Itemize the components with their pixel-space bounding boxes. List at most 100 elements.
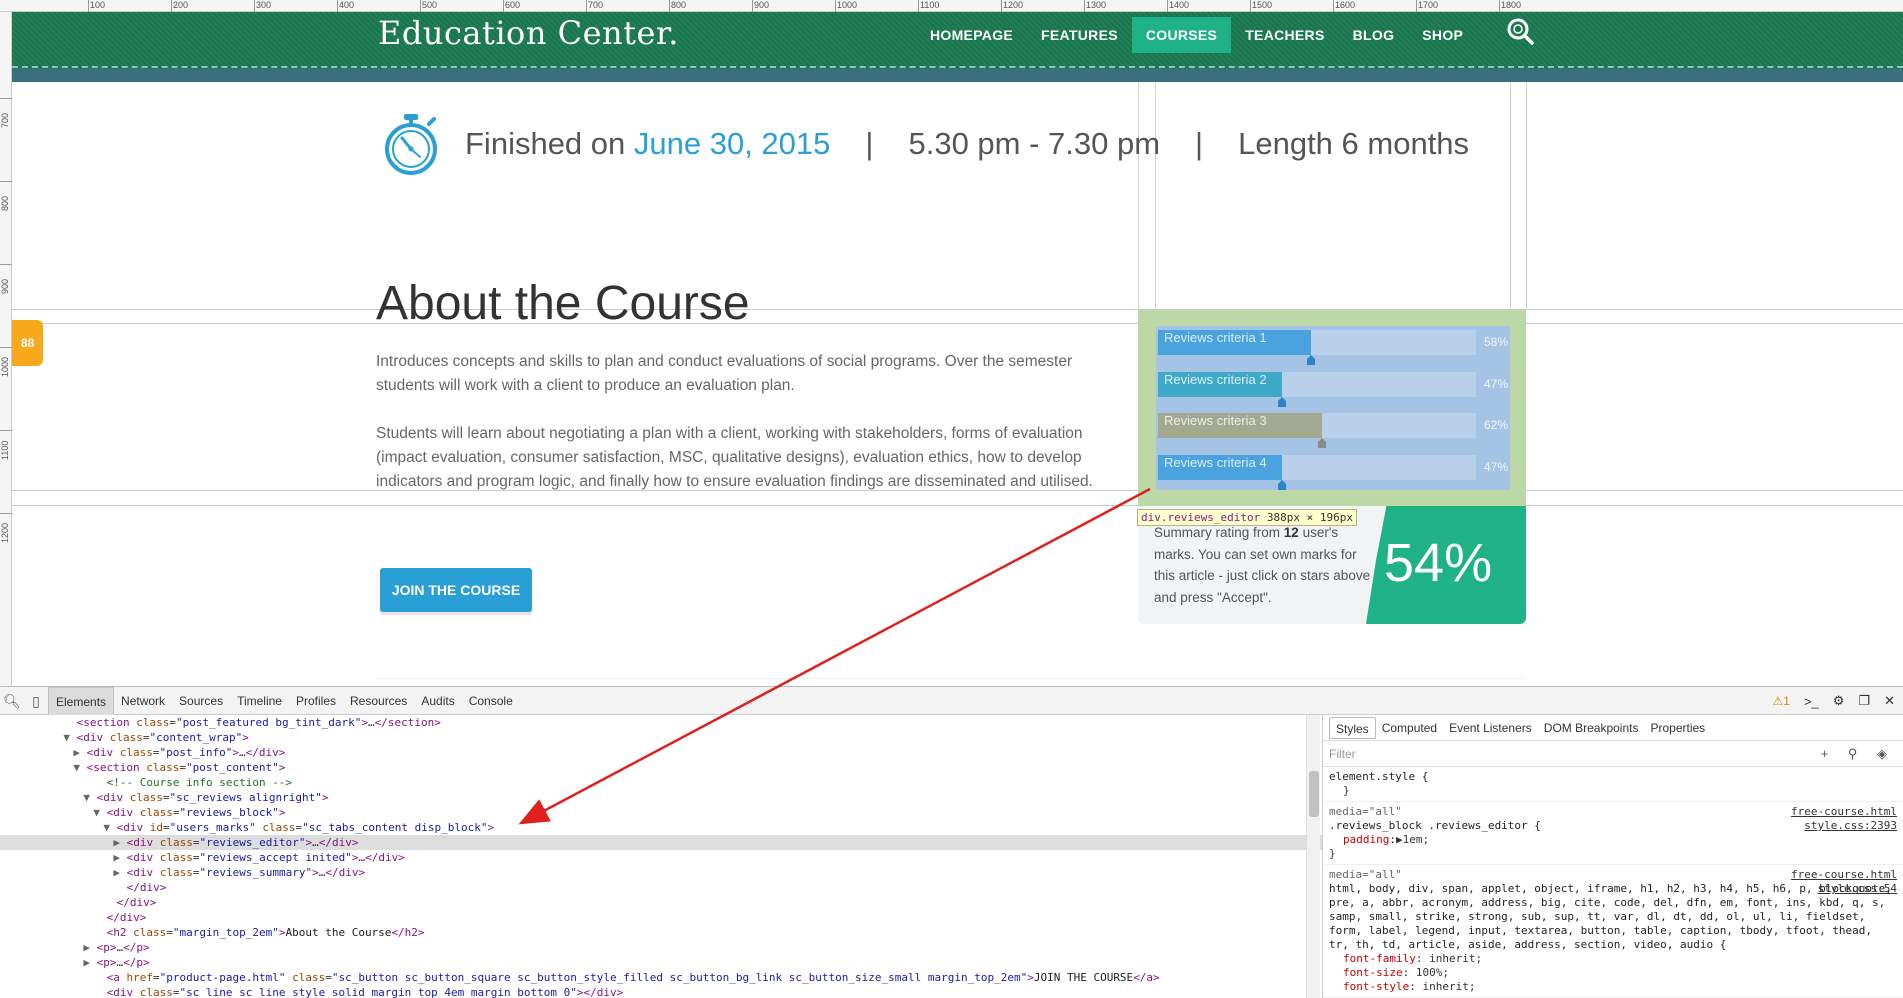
dom-node[interactable]: <h2 class="margin_top_2em">About the Cou… — [0, 925, 1322, 940]
guide-line — [12, 505, 1903, 506]
devtools-tab-elements[interactable]: Elements — [48, 687, 115, 715]
side-tab[interactable]: 88 — [12, 320, 43, 366]
dom-node[interactable]: </div> — [0, 895, 1322, 910]
ruler-tick — [835, 0, 836, 12]
dom-node[interactable]: ▼ <div class="sc_reviews alignright"> — [0, 790, 1322, 805]
inspect-icon[interactable]: 🔍︎ — [0, 687, 24, 715]
dom-node[interactable]: <div class="sc_line sc_line_style_solid … — [0, 985, 1322, 998]
criterion-percent: 47% — [1484, 459, 1509, 474]
slider-handle-icon[interactable] — [1278, 396, 1287, 407]
dom-node[interactable]: ▼ <div class="content_wrap"> — [0, 730, 1322, 745]
nav-item-courses[interactable]: COURSES — [1131, 17, 1232, 53]
dom-node[interactable]: </div> — [0, 880, 1322, 895]
styles-tab-event-listeners[interactable]: Event Listeners — [1443, 717, 1538, 739]
styles-tab-dom-breakpoints[interactable]: DOM Breakpoints — [1538, 717, 1645, 739]
ruler-tick — [752, 0, 753, 12]
dock-icon[interactable]: ❐ — [1858, 693, 1870, 709]
styles-filter[interactable]: Filter + ⚲ ◈ — [1323, 741, 1903, 767]
slider-handle-icon[interactable] — [1317, 438, 1326, 448]
style-rule[interactable]: media="all" free-course.html style.css:54 h… — [1323, 865, 1903, 998]
ruler-left: 700 800 900 1000 1100 1200 — [0, 12, 12, 686]
nav-item-shop[interactable]: SHOP — [1408, 17, 1477, 53]
add-rule-icon[interactable]: + ⚲ ◈ — [1821, 741, 1895, 767]
summary-text: Summary rating from 12 user's marks. You… — [1154, 522, 1374, 608]
dom-node[interactable]: ▶ <div class="reviews_accept inited">…</… — [0, 850, 1322, 865]
about-paragraph: Introduces concepts and skills to plan a… — [376, 353, 1073, 394]
dom-node[interactable]: </div> — [0, 910, 1322, 925]
course-time: 5.30 pm - 7.30 pm — [908, 126, 1161, 161]
stopwatch-icon — [385, 114, 437, 175]
ruler-label: 900 — [754, 0, 770, 10]
dom-node[interactable]: ▼ <div id="users_marks" class="sc_tabs_c… — [0, 820, 1322, 835]
dom-node[interactable]: ▶ <div class="post_info">…</div> — [0, 745, 1322, 760]
finished-date[interactable]: June 30, 2015 — [634, 126, 831, 161]
settings-gear-icon[interactable]: ⚙ — [1833, 693, 1845, 709]
ruler-label: 1500 — [1252, 0, 1273, 10]
nav-item-blog[interactable]: BLOG — [1339, 17, 1409, 53]
console-drawer-icon[interactable]: >_ — [1804, 694, 1819, 709]
style-rule[interactable]: element.style {} — [1323, 767, 1903, 802]
review-criterion[interactable]: Reviews criteria 4 47% — [1158, 454, 1508, 490]
close-icon[interactable]: ✕ — [1884, 693, 1895, 709]
review-criterion[interactable]: Reviews criteria 1 58% — [1158, 330, 1508, 365]
styles-tab-properties[interactable]: Properties — [1644, 717, 1711, 739]
ruler-tick — [420, 0, 421, 12]
filter-placeholder: Filter — [1329, 747, 1356, 761]
devtools-tab-audits[interactable]: Audits — [414, 687, 461, 715]
join-course-button[interactable]: JOIN THE COURSE — [380, 568, 532, 612]
summary-score: 54% — [1384, 533, 1493, 593]
review-criterion[interactable]: Reviews criteria 3 62% — [1158, 413, 1508, 448]
ruler-tick — [918, 0, 919, 12]
summary-pre: Summary rating from — [1154, 525, 1284, 540]
dom-node[interactable]: ▼ <section class="post_content"> — [0, 760, 1322, 775]
criterion-percent: 62% — [1484, 418, 1509, 432]
ruler-tick — [1499, 0, 1500, 12]
devtools-tab-network[interactable]: Network — [114, 687, 172, 715]
summary-score-badge: 54% — [1366, 506, 1526, 624]
device-mode-icon[interactable]: ▯ — [24, 687, 48, 715]
dom-node[interactable]: ▶ <p>…</p> — [0, 955, 1322, 970]
styles-tabs: Styles Computed Event Listeners DOM Breakpo… — [1323, 715, 1903, 741]
devtools-tab-sources[interactable]: Sources — [172, 687, 230, 715]
nav-item-teachers[interactable]: TEACHERS — [1231, 17, 1338, 53]
criterion-label: Reviews criteria 3 — [1164, 413, 1267, 428]
nav-item-homepage[interactable]: HOMEPAGE — [916, 17, 1027, 53]
ruler-tick — [337, 0, 338, 12]
devtools-tab-console[interactable]: Console — [462, 687, 520, 715]
ruler-tick — [1250, 0, 1251, 12]
warning-count: 1 — [1783, 694, 1790, 708]
nav-item-features[interactable]: FEATURES — [1027, 17, 1132, 53]
ruler-label: 1200 — [1003, 0, 1024, 10]
dom-node[interactable]: <section class="post_featured bg_tint_da… — [0, 715, 1322, 730]
dom-scrollbar[interactable] — [1306, 715, 1320, 998]
devtools-tab-timeline[interactable]: Timeline — [230, 687, 289, 715]
style-rule[interactable]: media="all" free-course.html style.css:239… — [1323, 802, 1903, 865]
dom-node[interactable]: ▶ <div class="reviews_editor">…</div> — [0, 835, 1322, 850]
styles-tab-computed[interactable]: Computed — [1376, 717, 1443, 739]
ruler-label: 1300 — [1086, 0, 1107, 10]
devtools-tab-profiles[interactable]: Profiles — [289, 687, 343, 715]
slider-handle-icon[interactable] — [1278, 479, 1287, 490]
styles-panel: Styles Computed Event Listeners DOM Breakpo… — [1322, 715, 1903, 998]
styles-tab-styles[interactable]: Styles — [1329, 716, 1376, 739]
site-logo[interactable]: Education Center. — [378, 14, 679, 52]
tooltip-class: div.reviews_editor — [1141, 511, 1261, 524]
dom-node[interactable]: <!-- Course info section --> — [0, 775, 1322, 790]
ruler-label: 1000 — [0, 356, 10, 377]
devtools-tab-resources[interactable]: Resources — [343, 687, 414, 715]
review-criterion[interactable]: Reviews criteria 2 47% — [1158, 371, 1508, 407]
warning-icon[interactable]: ⚠1 — [1773, 694, 1790, 708]
search-icon[interactable] — [1505, 16, 1535, 46]
dom-node[interactable]: ▼ <div class="reviews_block"> — [0, 805, 1322, 820]
dom-node[interactable]: ▶ <div class="reviews_summary">…</div> — [0, 865, 1322, 880]
tooltip-size: 388px × 196px — [1266, 511, 1353, 524]
slider-handle-icon[interactable] — [1307, 355, 1316, 365]
ruler-label: 100 — [90, 0, 106, 10]
dom-node[interactable]: ▶ <p>…</p> — [0, 940, 1322, 955]
header-dashed-line — [12, 66, 1903, 68]
ruler-label: 900 — [0, 278, 10, 294]
ruler-tick — [171, 0, 172, 12]
style-rules: element.style {} media="all" free-course.h… — [1323, 767, 1903, 998]
dom-node[interactable]: <a href="product-page.html" class="sc_bu… — [0, 970, 1322, 985]
ruler-label: 400 — [339, 0, 355, 10]
